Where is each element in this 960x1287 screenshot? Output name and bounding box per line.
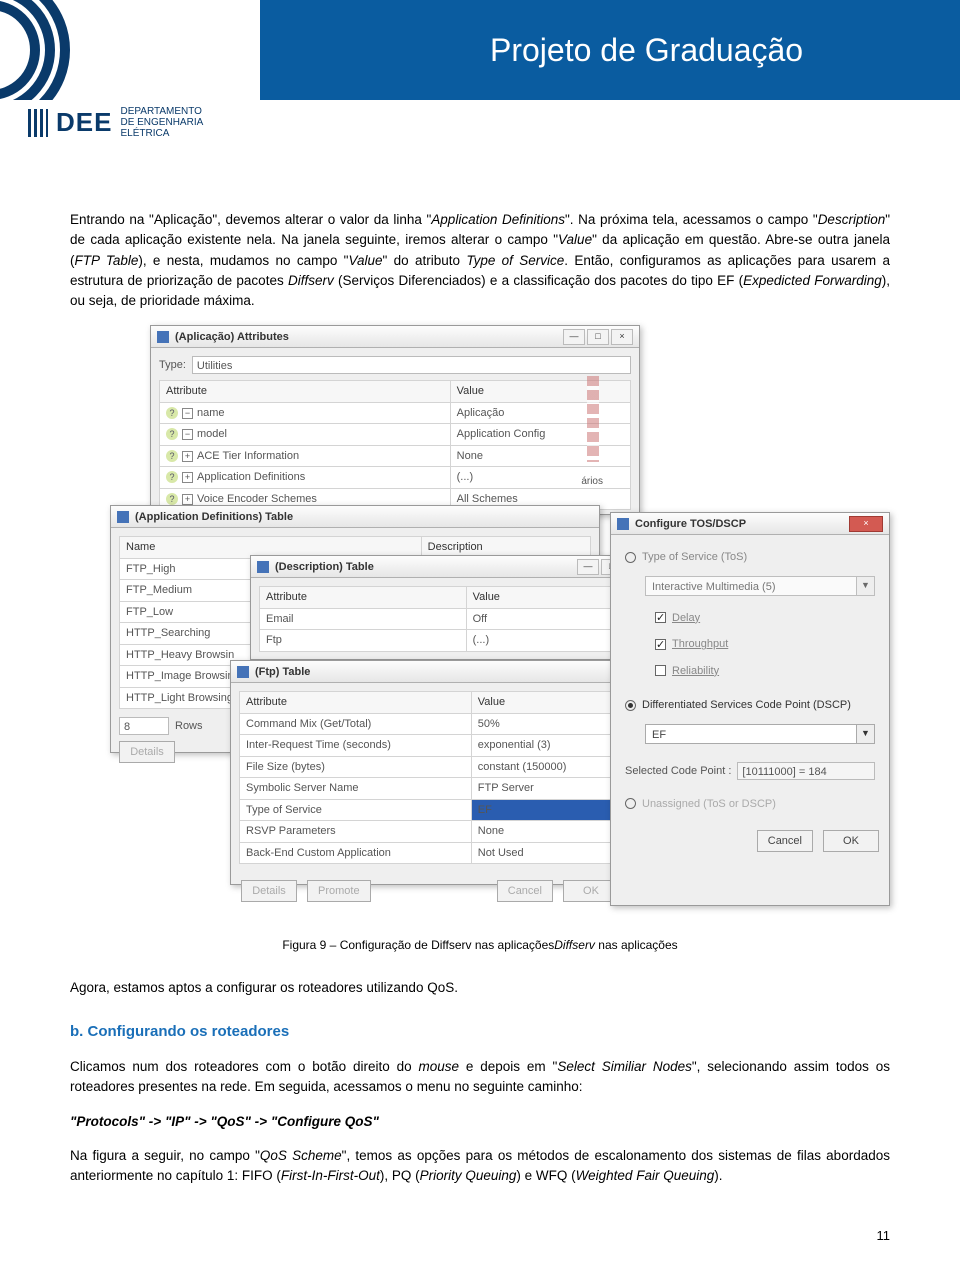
- window-attributes[interactable]: (Aplicação) Attributes — □ × Type: Utili…: [150, 325, 640, 515]
- radio-unassigned[interactable]: Unassigned (ToS or DSCP): [625, 796, 875, 813]
- promote-button[interactable]: Promote: [307, 880, 371, 902]
- chevron-down-icon: ▼: [856, 725, 874, 743]
- figure-9: (Aplicação) Attributes — □ × Type: Utili…: [70, 325, 890, 918]
- dee-bars-icon: [28, 109, 48, 137]
- window-title: (Ftp) Table: [255, 664, 623, 681]
- cancel-button[interactable]: Cancel: [497, 880, 553, 902]
- minimize-button[interactable]: —: [563, 329, 585, 345]
- tos-dropdown[interactable]: Interactive Multimedia (5)▼: [645, 576, 875, 596]
- col-header-value[interactable]: Value: [471, 692, 620, 714]
- dscp-dropdown[interactable]: EF▼: [645, 724, 875, 744]
- window-icon: [157, 331, 169, 343]
- rows-count-field[interactable]: 8: [119, 717, 169, 735]
- window-ftp[interactable]: (Ftp) Table AttributeValue Command Mix (…: [230, 660, 630, 885]
- radio-tos[interactable]: Type of Service (ToS): [625, 549, 875, 566]
- page-content: Entrando na "Aplicação", devemos alterar…: [0, 100, 960, 1286]
- table-row: ?+ACE Tier InformationNone: [160, 445, 631, 467]
- col-header-attribute[interactable]: Attribute: [240, 692, 472, 714]
- window-icon: [617, 518, 629, 530]
- page-number: 11: [70, 1226, 890, 1246]
- details-button[interactable]: Details: [241, 880, 297, 902]
- table-row: Back-End Custom ApplicationNot Used: [240, 842, 621, 864]
- section-b-heading: b. Configurando os roteadores: [70, 1021, 890, 1044]
- window-controls[interactable]: — □ ×: [563, 329, 633, 345]
- page-header: Projeto de Graduação: [0, 0, 960, 100]
- window-description[interactable]: (Description) Table — □ AttributeValue E…: [250, 555, 630, 660]
- minimize-button[interactable]: —: [577, 559, 599, 575]
- rows-label: Rows: [175, 718, 203, 735]
- col-header-value[interactable]: Value: [450, 381, 630, 403]
- close-button[interactable]: ×: [611, 329, 633, 345]
- table-row: ?+Application Definitions(...): [160, 467, 631, 489]
- checkbox-reliability[interactable]: Reliability: [655, 663, 875, 680]
- table-row: Ftp(...): [260, 630, 621, 652]
- dee-dept-text: DEPARTAMENTO DE ENGENHARIA ELÉTRICA: [120, 106, 203, 139]
- dee-logo-text: DEE: [56, 107, 112, 138]
- checkbox-throughput[interactable]: Throughput: [655, 636, 875, 653]
- ftp-table[interactable]: AttributeValue Command Mix (Get/Total)50…: [239, 691, 621, 864]
- col-header-attribute[interactable]: Attribute: [160, 381, 451, 403]
- table-row: Symbolic Server NameFTP Server: [240, 778, 621, 800]
- window-title: (Aplicação) Attributes: [175, 329, 557, 346]
- chevron-down-icon: ▼: [856, 577, 874, 595]
- table-row: File Size (bytes)constant (150000): [240, 756, 621, 778]
- ok-button[interactable]: OK: [823, 830, 879, 852]
- paragraph-2: Agora, estamos aptos a configurar os rot…: [70, 978, 890, 998]
- selected-code-point: Selected Code Point : [10111000] = 184: [625, 762, 875, 780]
- table-row: Command Mix (Get/Total)50%: [240, 713, 621, 735]
- radio-dscp[interactable]: Differentiated Services Code Point (DSCP…: [625, 697, 875, 714]
- table-row: ?−modelApplication Config: [160, 424, 631, 446]
- menu-path: "Protocols" -> "IP" -> "QoS" -> "Configu…: [70, 1112, 890, 1132]
- window-title: (Application Definitions) Table: [135, 509, 593, 526]
- table-row: Type of ServiceEF: [240, 799, 621, 821]
- type-field[interactable]: Utilities: [192, 356, 631, 374]
- background-label: ários: [581, 474, 603, 489]
- checkbox-delay[interactable]: Delay: [655, 610, 875, 627]
- type-label: Type:: [159, 357, 186, 374]
- paragraph-1: Entrando na "Aplicação", devemos alterar…: [70, 210, 890, 311]
- table-row: Inter-Request Time (seconds)exponential …: [240, 735, 621, 757]
- close-button[interactable]: ×: [849, 516, 883, 532]
- header-title: Projeto de Graduação: [260, 0, 960, 100]
- maximize-button[interactable]: □: [587, 329, 609, 345]
- paragraph-3: Clicamos num dos roteadores com o botão …: [70, 1057, 890, 1098]
- figure-caption: Figura 9 – Configuração de Diffserv nas …: [70, 936, 890, 954]
- window-title: (Description) Table: [275, 559, 571, 576]
- table-row: EmailOff: [260, 608, 621, 630]
- window-icon: [237, 666, 249, 678]
- col-header-value[interactable]: Value: [466, 587, 620, 609]
- col-header-attribute[interactable]: Attribute: [260, 587, 467, 609]
- attributes-table[interactable]: AttributeValue ?−nameAplicação ?−modelAp…: [159, 380, 631, 510]
- details-button[interactable]: Details: [119, 741, 175, 763]
- cancel-button[interactable]: Cancel: [757, 830, 813, 852]
- paragraph-4: Na figura a seguir, no campo "QoS Scheme…: [70, 1146, 890, 1187]
- description-table[interactable]: AttributeValue EmailOff Ftp(...): [259, 586, 621, 652]
- window-tos-dscp[interactable]: Configure TOS/DSCP × Type of Service (To…: [610, 512, 890, 906]
- window-icon: [117, 511, 129, 523]
- window-title: Configure TOS/DSCP: [635, 516, 843, 533]
- header-arcs-decoration: [0, 0, 90, 100]
- table-row: RSVP ParametersNone: [240, 821, 621, 843]
- dee-logo-block: DEE DEPARTAMENTO DE ENGENHARIA ELÉTRICA: [0, 100, 203, 139]
- background-decoration: [587, 376, 599, 462]
- window-icon: [257, 561, 269, 573]
- table-row: ?−nameAplicação: [160, 402, 631, 424]
